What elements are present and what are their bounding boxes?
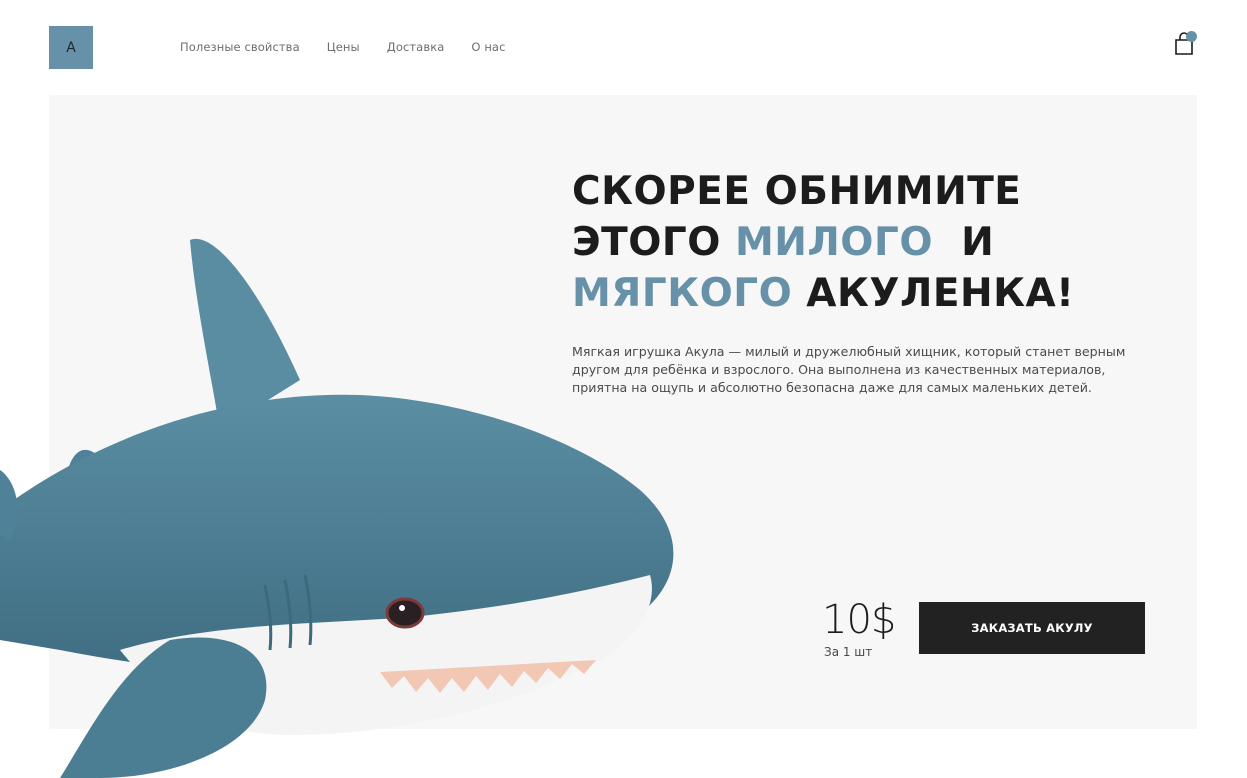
logo[interactable]: A [49, 26, 93, 69]
cart-badge [1186, 31, 1197, 42]
price-value: 10$ [822, 597, 896, 643]
headline-line-2-start: ЭТОГО [572, 220, 735, 265]
headline-line-2-end: И [961, 220, 995, 265]
headline-accent-soft: МЯГКОГО [572, 271, 793, 316]
headline-accent-cute: МИЛОГО [734, 220, 933, 265]
main-nav: Полезные свойства Цены Доставка О нас [180, 40, 533, 54]
hero-description: Мягкая игрушка Акула — милый и дружелюбн… [572, 344, 1126, 395]
nav-item-delivery[interactable]: Доставка [387, 40, 445, 54]
price-unit: За 1 шт [824, 645, 873, 659]
nav-item-about[interactable]: О нас [471, 40, 505, 54]
nav-item-prices[interactable]: Цены [327, 40, 360, 54]
headline-line-1: СКОРЕЕ ОБНИМИТЕ [572, 169, 1022, 214]
order-shark-button[interactable]: ЗАКАЗАТЬ АКУЛУ [919, 602, 1145, 654]
nav-item-benefits[interactable]: Полезные свойства [180, 40, 300, 54]
headline-line-3-end: АКУЛЕНКА! [792, 271, 1075, 316]
cart-button[interactable] [1172, 30, 1198, 58]
hero-headline: СКОРЕЕ ОБНИМИТЕ ЭТОГО МИЛОГО И МЯГКОГО А… [572, 166, 1132, 319]
